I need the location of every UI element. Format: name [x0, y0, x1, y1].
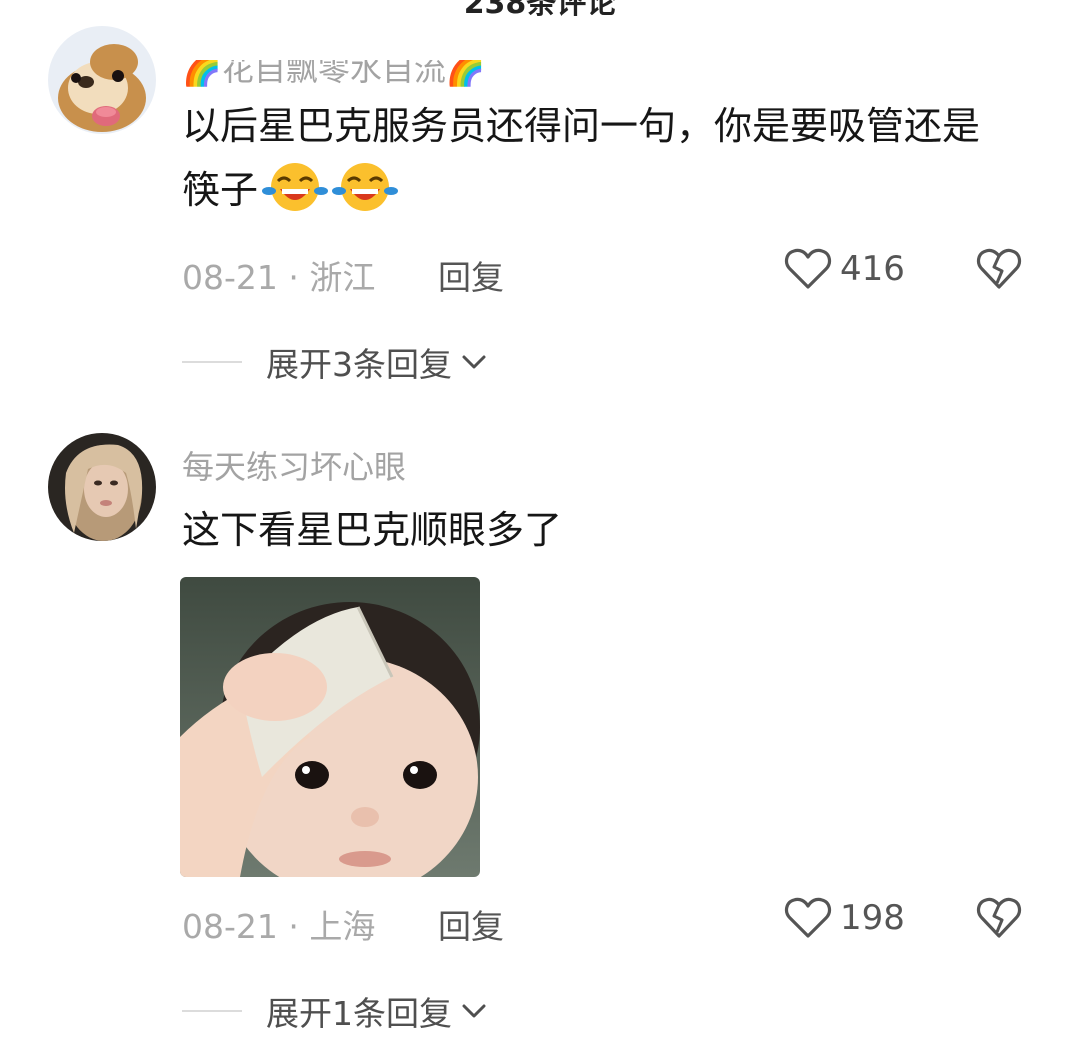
comments-count-title: 238条评论 [463, 0, 617, 21]
reply-button[interactable]: 回复 [438, 900, 504, 948]
expand-replies-label: 展开3条回复 [266, 345, 452, 384]
comment-username[interactable]: 每天练习坏心眼 [182, 442, 406, 488]
baby-with-towel-image [180, 577, 480, 877]
divider-line [182, 361, 242, 363]
laughing-crying-emoji-icon [262, 159, 329, 232]
comment-image[interactable] [180, 577, 480, 877]
comment-meta: 08-21 · 上海 回复 [182, 900, 504, 948]
chevron-down-icon [462, 355, 486, 369]
like-count: 416 [840, 249, 905, 289]
like-button[interactable]: 416 [784, 247, 905, 291]
girl-avatar-icon [48, 433, 156, 541]
heart-outline-icon [784, 248, 832, 289]
expand-replies[interactable]: 展开3条回复 [182, 338, 488, 386]
broken-heart-icon [976, 897, 1022, 938]
reply-button[interactable]: 回复 [438, 251, 504, 299]
laughing-crying-emoji-icon [332, 159, 399, 232]
comment-username[interactable]: 🌈花自飘零水自流🌈 [182, 60, 486, 90]
comment-date-location: 08-21 · 浙江 [182, 258, 376, 297]
broken-heart-icon [976, 248, 1022, 289]
avatar[interactable] [48, 433, 156, 541]
like-count: 198 [840, 898, 905, 938]
expand-replies[interactable]: 展开1条回复 [182, 987, 488, 1035]
comment-text: 这下看星巴克顺眼多了 [182, 498, 1012, 562]
dislike-button[interactable] [976, 247, 1022, 295]
expand-replies-button[interactable]: 展开1条回复 [266, 987, 488, 1035]
expand-replies-button[interactable]: 展开3条回复 [266, 338, 488, 386]
divider-line [182, 1010, 242, 1012]
like-button[interactable]: 198 [784, 896, 905, 940]
comment-meta: 08-21 · 浙江 回复 [182, 251, 504, 299]
expand-replies-label: 展开1条回复 [266, 994, 452, 1033]
comment-text-content: 这下看星巴克顺眼多了 [182, 508, 563, 552]
dislike-button[interactable] [976, 896, 1022, 944]
dog-avatar-icon [48, 26, 156, 134]
chevron-down-icon [462, 1004, 486, 1018]
comment-date-location: 08-21 · 上海 [182, 907, 376, 946]
comment-text: 以后星巴克服务员还得问一句，你是要吸管还是筷子 [182, 94, 1012, 232]
avatar[interactable] [48, 26, 156, 134]
heart-outline-icon [784, 897, 832, 938]
